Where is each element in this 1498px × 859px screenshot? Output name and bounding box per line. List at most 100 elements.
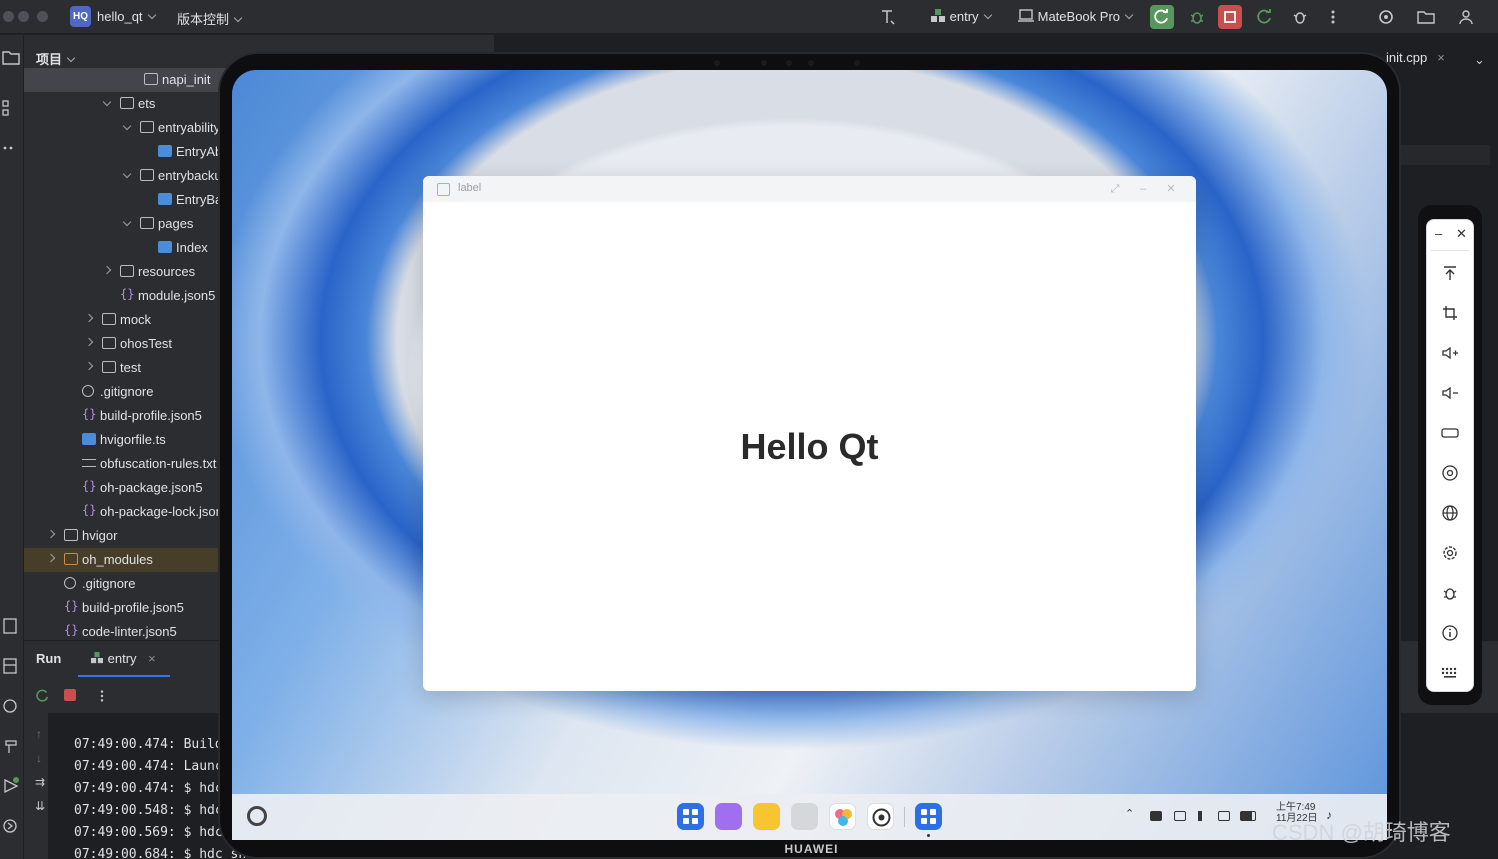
- app-grid-icon[interactable]: [677, 803, 704, 830]
- qt-app-dock-icon[interactable]: [915, 803, 942, 830]
- tree-item-label: oh-package.json5: [100, 480, 203, 495]
- device-label: MateBook Pro: [1037, 9, 1120, 24]
- minimize-icon[interactable]: –: [1136, 182, 1150, 196]
- crop-icon[interactable]: [1439, 302, 1461, 324]
- chevron-right-icon[interactable]: [84, 361, 94, 371]
- stop-icon: [1224, 11, 1236, 23]
- window-minimize-button[interactable]: [18, 11, 29, 22]
- pin-top-icon[interactable]: [1439, 262, 1461, 284]
- stop-button[interactable]: [1218, 5, 1242, 29]
- attach-debugger-button[interactable]: [1288, 5, 1312, 29]
- more-tools-icon[interactable]: [2, 139, 20, 157]
- volume-down-icon[interactable]: [1439, 382, 1461, 404]
- start-orb-icon[interactable]: [247, 806, 267, 826]
- bug-attach-icon: [1293, 12, 1307, 24]
- tray-expand-icon[interactable]: ⌃: [1125, 807, 1134, 820]
- device-screen[interactable]: label ⤢ – ✕ Hello Qt ⌃ 上午7:49 11月22日 ♪: [232, 70, 1387, 840]
- build-icon[interactable]: [2, 737, 20, 755]
- keyboard-icon[interactable]: [1439, 662, 1461, 684]
- run-config-selector[interactable]: entry: [930, 9, 992, 24]
- multitask-icon[interactable]: [715, 803, 742, 830]
- vcs-menu[interactable]: 版本控制: [177, 9, 243, 28]
- files-icon[interactable]: [753, 803, 780, 830]
- chevron-right-icon[interactable]: [84, 313, 94, 323]
- tree-item-label: Index: [176, 240, 208, 255]
- scroll-to-end-icon[interactable]: ⇊: [35, 799, 45, 813]
- device-selector[interactable]: MateBook Pro: [1018, 9, 1134, 24]
- volume-up-icon[interactable]: [1439, 342, 1461, 364]
- close-icon[interactable]: ✕: [1164, 182, 1178, 196]
- stop-icon[interactable]: [64, 689, 76, 701]
- account-button[interactable]: [1454, 5, 1478, 29]
- run-tool-icon[interactable]: [2, 777, 20, 795]
- scroll-up-icon[interactable]: ↑: [36, 727, 42, 741]
- qt-app-window[interactable]: label ⤢ – ✕ Hello Qt: [423, 176, 1196, 691]
- input-method-icon[interactable]: [1150, 811, 1162, 821]
- layout-icon[interactable]: [2, 657, 20, 675]
- settings-gear-icon[interactable]: [1439, 542, 1461, 564]
- rotate-icon[interactable]: [1439, 462, 1461, 484]
- scroll-down-icon[interactable]: ↓: [36, 751, 42, 765]
- chevron-down-icon: [1124, 10, 1134, 20]
- chevron-down-icon[interactable]: [122, 121, 132, 131]
- project-switcher[interactable]: hello_qt: [97, 9, 156, 24]
- volume-icon[interactable]: [1198, 811, 1210, 821]
- tab-list-chevron-icon[interactable]: ⌄: [1474, 52, 1485, 68]
- chevron-right-icon[interactable]: [102, 265, 112, 275]
- project-structure-button[interactable]: [1414, 5, 1438, 29]
- profiler-icon[interactable]: [2, 697, 20, 715]
- project-view-icon[interactable]: [2, 49, 20, 67]
- minimize-icon[interactable]: –: [1435, 226, 1442, 241]
- device-brand-label: HUAWEI: [784, 842, 839, 856]
- qt-window-titlebar[interactable]: label ⤢ – ✕: [423, 176, 1196, 202]
- window-zoom-button[interactable]: [37, 11, 48, 22]
- power-button-icon[interactable]: [1439, 422, 1461, 444]
- close-run-tab-icon[interactable]: ×: [148, 651, 156, 666]
- tree-item-label: entryability: [158, 120, 221, 135]
- chevron-right-icon[interactable]: [84, 337, 94, 347]
- chevron-down-icon[interactable]: [122, 217, 132, 227]
- window-close-button[interactable]: [3, 11, 14, 22]
- chevron-down-icon[interactable]: [102, 97, 112, 107]
- settings-gear-icon[interactable]: [867, 803, 894, 830]
- chevron-down-icon[interactable]: [122, 169, 132, 179]
- run-tab-underline: [78, 675, 170, 677]
- soft-wrap-icon[interactable]: ⇉: [35, 775, 45, 789]
- more-vertical-icon[interactable]: [100, 689, 104, 703]
- debug-button[interactable]: [1185, 5, 1209, 29]
- emulator-toolbar: – ✕: [1426, 219, 1474, 692]
- globe-icon[interactable]: [1439, 502, 1461, 524]
- todo-icon[interactable]: [2, 617, 20, 635]
- ts-file-icon: [82, 433, 96, 445]
- tree-item-label: pages: [158, 216, 194, 231]
- bug-icon[interactable]: [1439, 582, 1461, 604]
- trash-icon[interactable]: [791, 803, 818, 830]
- module-icon: [931, 9, 945, 22]
- project-panel-title[interactable]: 项目: [36, 49, 76, 68]
- clipboard-icon[interactable]: [1174, 811, 1186, 821]
- maximize-icon[interactable]: ⤢: [1108, 182, 1122, 196]
- rerun-button[interactable]: [1150, 5, 1174, 29]
- plugin-button[interactable]: [1374, 5, 1398, 29]
- run-tab-entry[interactable]: entry ×: [90, 651, 156, 666]
- editor-tab-init-cpp[interactable]: init.cpp ×: [1386, 50, 1445, 65]
- chevron-right-icon[interactable]: [46, 553, 56, 563]
- console-line: 07:49:00.548: $ hdc: [74, 803, 223, 818]
- close-tab-icon[interactable]: ×: [1437, 50, 1445, 65]
- apply-changes-button[interactable]: [1253, 5, 1277, 29]
- chevron-right-icon[interactable]: [46, 529, 56, 539]
- info-icon[interactable]: [1439, 622, 1461, 644]
- folder-orange-icon: [64, 553, 78, 565]
- structure-icon[interactable]: [2, 99, 20, 117]
- folder-icon: [102, 313, 116, 325]
- more-actions-button[interactable]: [1321, 5, 1345, 29]
- battery-icon[interactable]: [1240, 811, 1256, 821]
- close-icon[interactable]: ✕: [1456, 226, 1467, 242]
- chevron-down-icon: [147, 10, 156, 20]
- project-badge[interactable]: HQ: [70, 6, 91, 27]
- rerun-icon[interactable]: [36, 689, 50, 703]
- text-cursor-icon[interactable]: [876, 5, 900, 29]
- gallery-icon[interactable]: [829, 803, 856, 830]
- display-icon[interactable]: [1218, 811, 1230, 821]
- terminal-icon[interactable]: [2, 817, 20, 835]
